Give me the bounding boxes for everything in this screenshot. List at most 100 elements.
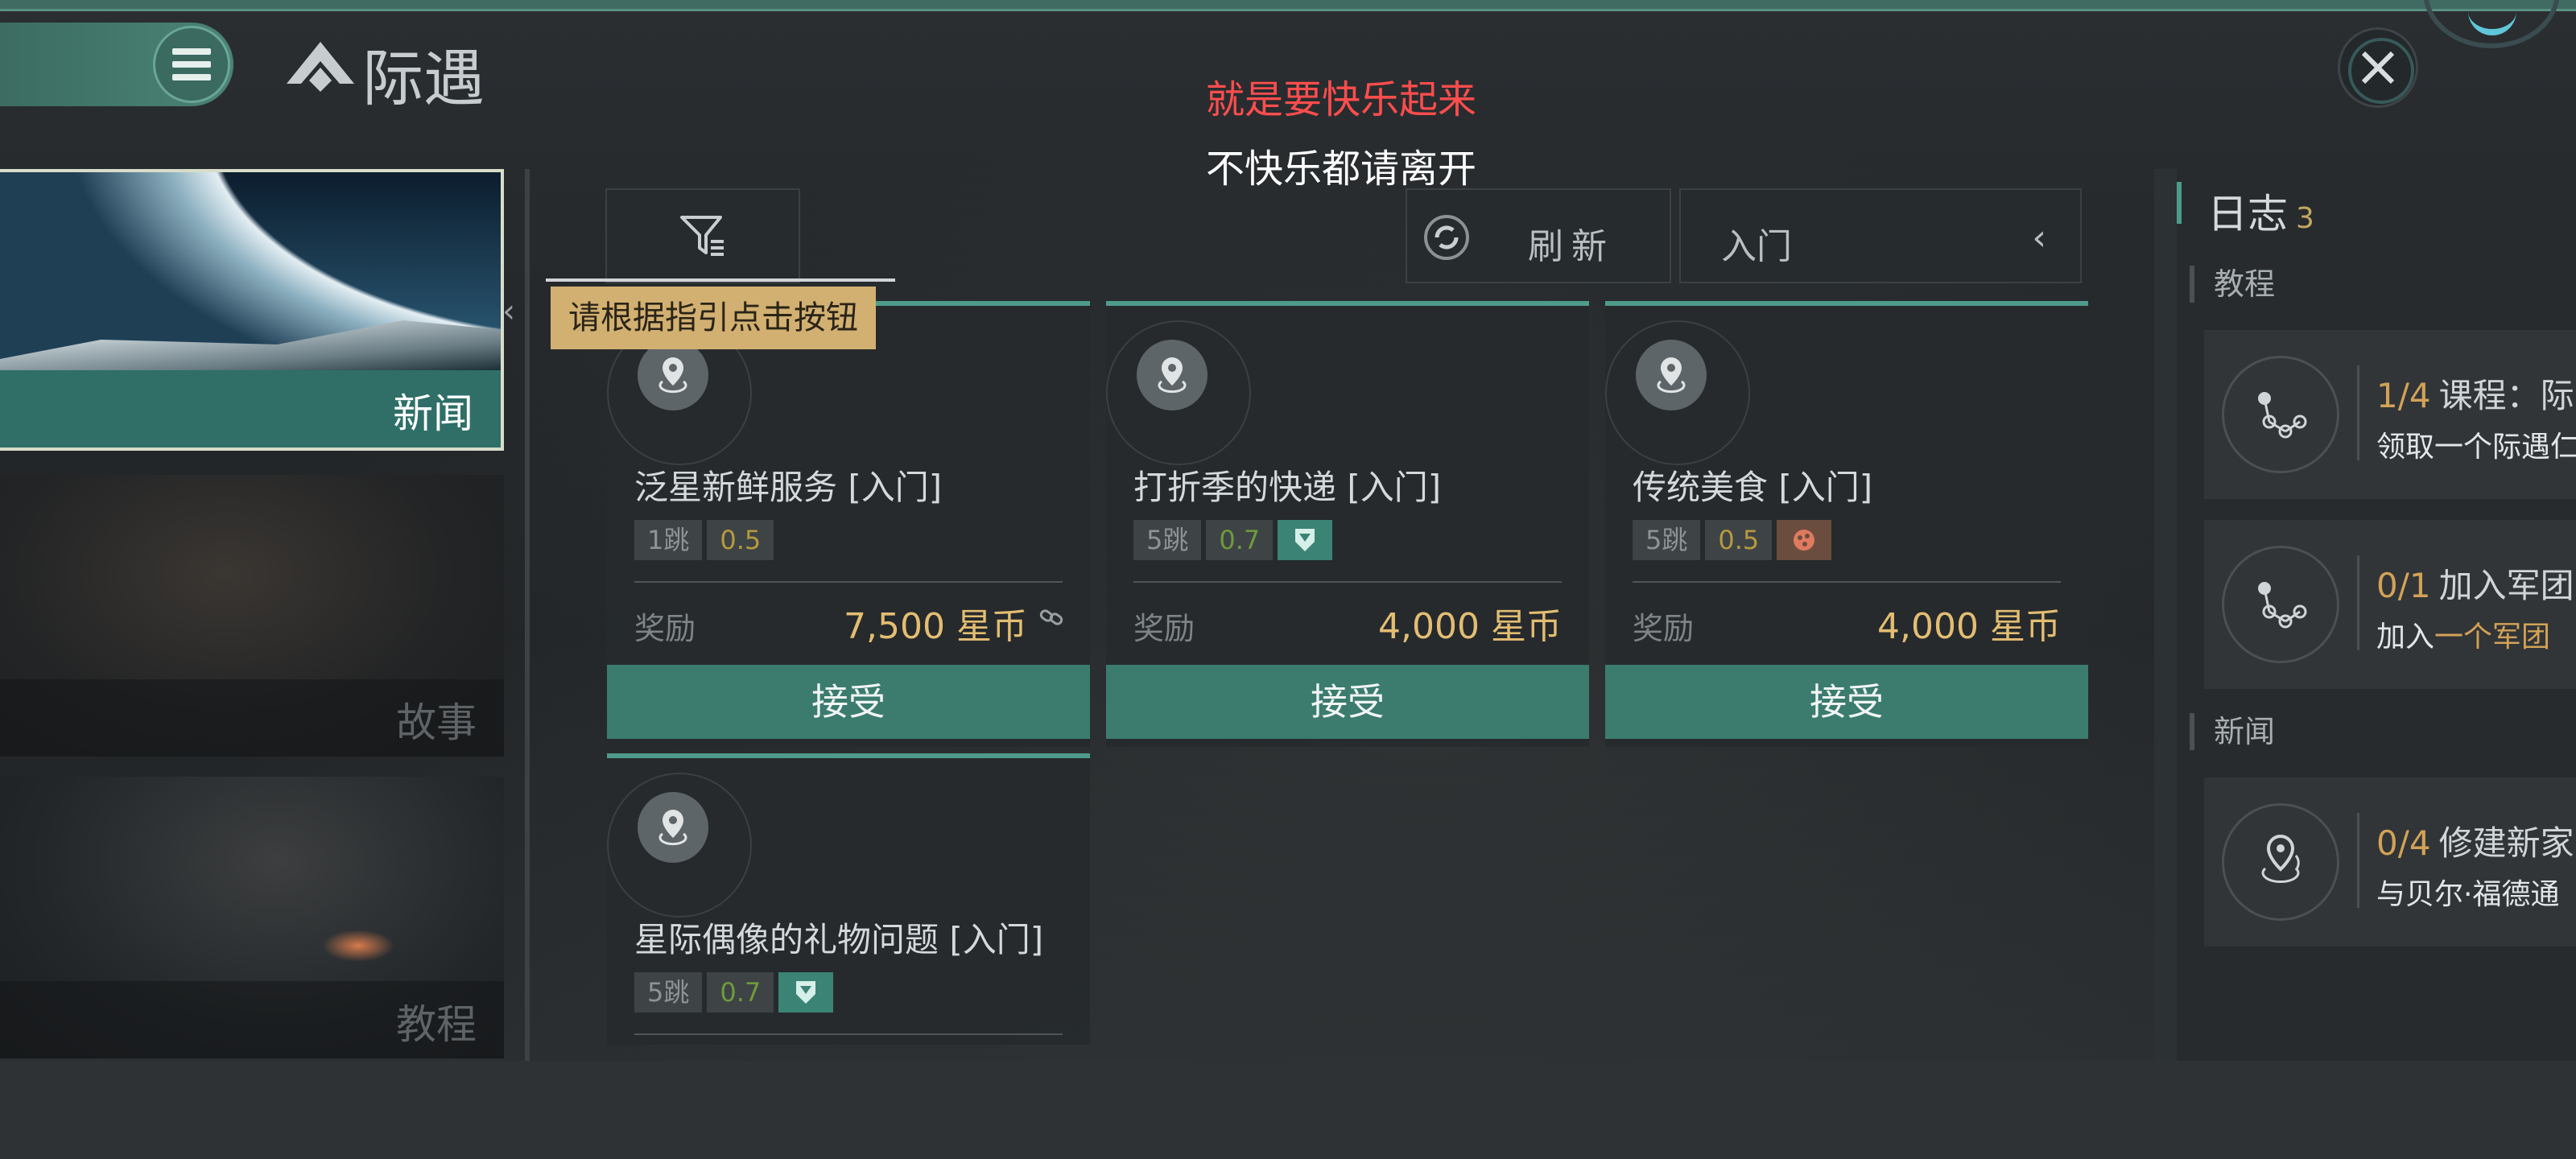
divider [1133,581,1562,583]
mission-card[interactable]: 星际偶像的礼物问题 [入门] 5跳 0.7 [607,753,1090,1045]
mission-tags: 5跳 0.7 [634,972,834,1013]
security-badge: 0.7 [1206,520,1274,560]
nav-item-label: 故事 [396,699,477,746]
divider [634,1033,1063,1035]
chevron-left-icon[interactable]: ‹ [502,293,515,330]
mission-title: 星际偶像的礼物问题 [入门] [634,920,1044,959]
filter-icon [680,216,724,256]
jumps-badge: 5跳 [634,972,703,1013]
log-count: 3 [2296,202,2314,235]
mission-title: 泛星新鲜服务 [入门] [634,468,943,507]
jumps-badge: 5跳 [1633,520,1701,560]
divider [1633,581,2061,583]
accept-button[interactable]: 接受 [607,665,1090,739]
mission-title: 打折季的快递 [入门] [1133,468,1442,507]
filter-button[interactable] [605,188,800,283]
log-entry-title: 0/1 加入军团 [2376,559,2574,608]
log-entry-desc-text: 领取一个际遇仁 [2376,431,2576,464]
filter-underline [546,278,895,282]
reward-label: 奖励 [1633,611,1695,646]
route-icon [2222,546,2339,663]
log-entry-title-text: 课程：际 [2438,376,2574,415]
log-entry-title-text: 加入军团 [2438,566,2574,605]
log-entry-desc-text: 与贝尔·福德通 [2376,878,2560,911]
guide-tooltip: 请根据指引点击按钮 [551,287,876,349]
refresh-button[interactable]: 刷新 [1406,188,1671,283]
divider [634,581,1063,583]
location-pin-icon [638,792,708,863]
log-entry-desc-text: 加入 [2376,621,2435,654]
log-progress: 0/4 [2376,823,2431,863]
log-entry-desc: 加入一个军团 [2376,613,2550,655]
link-icon [1039,609,1063,625]
close-button[interactable] [2338,27,2418,108]
log-section-tutorial: 教程 [2190,266,2275,303]
mission-card[interactable]: 泛星新鲜服务 [入门] 1跳 0.5 奖励 7,500 星币 接受 [607,301,1090,747]
divider [2357,813,2359,908]
panel-divider [2154,169,2177,1061]
mission-title: 传统美食 [入门] [1633,468,1873,507]
reward-label: 奖励 [1133,611,1195,646]
log-header: 日志 3 [2177,182,2314,237]
page-title: 际遇 [362,43,485,114]
nav-item-tutorial[interactable]: 教程 [0,777,504,1058]
accept-button[interactable]: 接受 [1106,665,1589,739]
log-entry-title: 1/4 课程：际 [2376,369,2574,418]
log-section-news: 新闻 [2190,713,2275,750]
nav-divider [525,169,530,1061]
log-entry[interactable]: 0/4 修建新家 与贝尔·福德通 [2204,777,2576,947]
nav-item-label: 教程 [396,1001,477,1048]
jumps-badge: 5跳 [1133,520,1202,560]
log-entry-title-text: 修建新家 [2438,823,2574,863]
nav-item-story[interactable]: 故事 [0,475,504,757]
log-entry-desc: 与贝尔·福德通 [2376,871,2559,913]
security-badge: 0.5 [1705,520,1773,560]
menu-button[interactable] [153,26,230,103]
location-pin-icon [1137,340,1208,410]
divider [2357,555,2359,650]
reward-value: 4,000 星币 [1378,606,1562,647]
faction-icon [1777,520,1832,560]
mission-tags: 1跳 0.5 [634,520,774,560]
log-title: 日志 [2207,191,2288,237]
chevron-left-icon: ‹ [2032,217,2046,258]
log-entry[interactable]: 0/1 加入军团 加入一个军团 [2204,520,2576,689]
accept-button[interactable]: 接受 [1605,665,2088,739]
hamburger-icon [172,45,211,84]
mission-tags: 5跳 0.7 [1133,520,1333,560]
reward-value: 4,000 星币 [1877,606,2061,647]
bottom-band [0,1061,2576,1159]
level-select[interactable]: 入门 ‹ [1679,188,2082,283]
encounter-logo-icon [287,42,354,92]
reward-value: 7,500 星币 [844,606,1027,647]
refresh-icon [1424,215,1469,260]
log-entry-desc: 领取一个际遇仁 [2376,423,2576,465]
location-pin-icon [1636,340,1707,410]
close-icon [2361,51,2395,85]
nav-item-label: 新闻 [393,390,473,437]
notice-white-text: 不快乐都请离开 [1206,146,1477,192]
notice-red-text: 就是要快乐起来 [1206,77,1477,122]
location-pin-icon [638,340,708,410]
log-progress: 0/1 [2376,566,2431,605]
log-entry-highlight: 一个军团 [2434,621,2551,654]
mission-tags: 5跳 0.5 [1633,520,1832,560]
faction-icon [778,972,834,1013]
log-progress: 1/4 [2376,376,2431,415]
divider [2357,365,2359,460]
faction-icon [1278,520,1333,560]
nav-item-news[interactable]: 新闻 [0,169,504,451]
jumps-badge: 1跳 [634,520,703,560]
log-entry[interactable]: 1/4 课程：际 领取一个际遇仁 [2204,330,2576,499]
level-select-value: 入门 [1721,226,1792,267]
top-strip [0,0,2576,11]
security-badge: 0.7 [707,972,774,1013]
mission-card[interactable]: 打折季的快递 [入门] 5跳 0.7 奖励 4,000 星币 接受 [1106,301,1589,747]
reward-label: 奖励 [634,611,696,646]
route-icon [2222,356,2339,473]
refresh-label: 刷新 [1528,226,1615,267]
mission-card[interactable]: 传统美食 [入门] 5跳 0.5 奖励 4,000 星币 接受 [1605,301,2088,747]
location-pin-icon [2222,803,2339,921]
log-entry-title: 0/4 修建新家 [2376,816,2574,865]
security-badge: 0.5 [707,520,774,560]
